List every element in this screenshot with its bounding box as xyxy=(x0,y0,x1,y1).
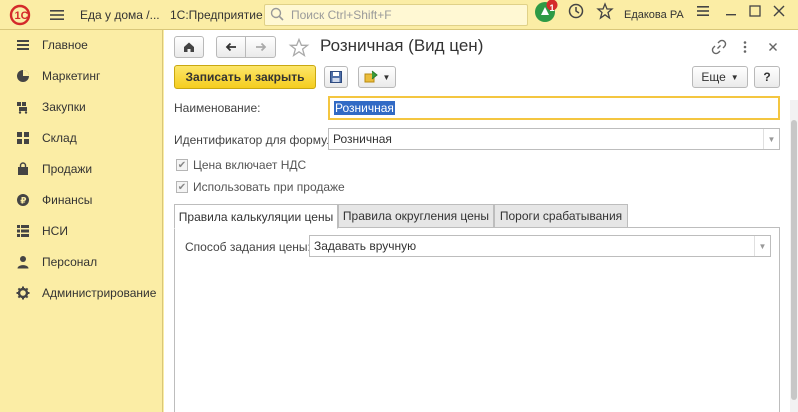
tab-panel: Способ задания цены: Задавать вручную ▼ xyxy=(174,227,780,412)
sidebar-item-label: Финансы xyxy=(42,193,93,207)
sidebar-item-label: Склад xyxy=(42,131,77,145)
app-title: Еда у дома /... xyxy=(80,8,160,22)
title-bar: 1С Еда у дома /... 1С:Предприятие Поиск … xyxy=(0,0,798,30)
gear-icon xyxy=(16,286,30,300)
sidebar-item-main[interactable]: Главное xyxy=(0,32,163,58)
user-name[interactable]: Едакова РА xyxy=(624,0,684,30)
sidebar-item-label: Закупки xyxy=(42,100,86,114)
svg-text:₽: ₽ xyxy=(20,197,26,207)
sidebar: Главное Маркетинг Закупки Склад Продажи … xyxy=(0,30,163,412)
sidebar-item-administration[interactable]: Администрирование xyxy=(0,280,163,306)
name-label: Наименование: xyxy=(174,101,261,115)
search-placeholder: Поиск Ctrl+Shift+F xyxy=(291,8,392,22)
search-icon xyxy=(269,6,287,24)
main-menu-icon[interactable] xyxy=(48,0,66,30)
more-actions-label: Еще xyxy=(701,70,726,84)
back-button[interactable] xyxy=(216,36,246,58)
checkmark-icon: ✔ xyxy=(176,181,188,193)
pie-chart-icon xyxy=(16,69,30,83)
form-panel: Розничная (Вид цен) Записать и закрыть ▼… xyxy=(164,30,798,412)
formula-id-field[interactable]: Розничная ▼ xyxy=(328,128,780,150)
forward-button[interactable] xyxy=(246,36,276,58)
arrow-right-icon xyxy=(255,42,266,52)
document-arrow-icon xyxy=(364,70,378,83)
more-vertical-icon[interactable] xyxy=(738,38,752,56)
name-field[interactable]: Розничная xyxy=(328,96,780,120)
favorites-star-icon[interactable] xyxy=(594,0,616,22)
save-button[interactable] xyxy=(324,66,348,88)
sidebar-item-label: Маркетинг xyxy=(42,69,101,83)
sidebar-item-label: Персонал xyxy=(42,255,98,269)
help-label: ? xyxy=(763,70,771,84)
sidebar-item-label: Главное xyxy=(42,38,88,52)
sidebar-item-purchases[interactable]: Закупки xyxy=(0,94,163,120)
person-icon xyxy=(16,255,30,269)
link-icon[interactable] xyxy=(710,38,728,56)
close-form-icon[interactable] xyxy=(764,38,782,56)
home-icon xyxy=(184,42,194,52)
vat-included-checkbox[interactable]: ✔ Цена включает НДС xyxy=(176,158,306,172)
warehouse-grid-icon xyxy=(16,131,30,145)
minimize-icon[interactable] xyxy=(720,0,742,22)
vat-included-label: Цена включает НДС xyxy=(193,158,307,172)
sidebar-item-label: Продажи xyxy=(42,162,93,176)
chevron-down-icon[interactable]: ▼ xyxy=(754,236,770,256)
sidebar-item-marketing[interactable]: Маркетинг xyxy=(0,63,163,89)
sidebar-item-finance[interactable]: ₽ Финансы xyxy=(0,187,163,213)
formula-id-value: Розничная xyxy=(333,132,392,146)
coin-icon: ₽ xyxy=(16,193,30,207)
save-and-close-button[interactable]: Записать и закрыть xyxy=(174,65,316,89)
use-for-sale-label: Использовать при продаже xyxy=(193,180,345,194)
formula-id-label: Идентификатор для формул: xyxy=(174,133,338,147)
checkmark-icon: ✔ xyxy=(176,159,188,171)
price-method-value: Задавать вручную xyxy=(314,239,417,253)
chevron-down-icon[interactable]: ▼ xyxy=(763,129,779,149)
form-title: Розничная (Вид цен) xyxy=(320,36,484,55)
catalog-icon xyxy=(16,224,30,238)
price-method-field[interactable]: Задавать вручную ▼ xyxy=(309,235,771,257)
app-subtitle: 1С:Предприятие xyxy=(170,8,263,22)
search-input[interactable]: Поиск Ctrl+Shift+F xyxy=(264,4,528,26)
save-disk-icon xyxy=(330,71,342,83)
scrollbar-thumb[interactable] xyxy=(791,120,797,400)
sidebar-item-nsi[interactable]: НСИ xyxy=(0,218,163,244)
sidebar-item-sales[interactable]: Продажи xyxy=(0,156,163,182)
menu-lines-icon xyxy=(16,38,30,52)
bag-icon xyxy=(16,162,30,176)
bell-icon xyxy=(535,0,558,22)
history-icon[interactable] xyxy=(565,0,587,22)
sidebar-item-label: Администрирование xyxy=(42,286,157,300)
use-for-sale-checkbox[interactable]: ✔ Использовать при продаже xyxy=(176,180,345,194)
tab-calculation-rules[interactable]: Правила калькуляции цены xyxy=(174,204,338,229)
close-window-icon[interactable] xyxy=(768,0,790,22)
svg-text:1С: 1С xyxy=(15,10,29,22)
notification-count: 1 xyxy=(549,3,555,13)
sidebar-item-personnel[interactable]: Персонал xyxy=(0,249,163,275)
1c-logo-icon: 1С xyxy=(8,4,32,26)
more-actions-button[interactable]: Еще ▼ xyxy=(692,66,748,88)
tab-rounding-rules[interactable]: Правила округления цены xyxy=(338,204,494,228)
cart-icon xyxy=(16,100,30,114)
tab-thresholds[interactable]: Пороги срабатывания xyxy=(494,204,628,228)
home-button[interactable] xyxy=(174,36,204,58)
sidebar-item-warehouse[interactable]: Склад xyxy=(0,125,163,151)
arrow-left-icon xyxy=(225,42,236,52)
notifications-button[interactable]: 1 xyxy=(534,0,560,22)
price-method-label: Способ задания цены: xyxy=(185,240,311,254)
favorite-star-icon[interactable] xyxy=(288,37,310,59)
chevron-down-icon: ▼ xyxy=(730,72,739,82)
help-button[interactable]: ? xyxy=(754,66,780,88)
maximize-icon[interactable] xyxy=(744,0,766,22)
create-based-on-button[interactable]: ▼ xyxy=(358,66,396,88)
name-value: Розничная xyxy=(334,101,395,115)
settings-menu-icon[interactable] xyxy=(692,0,714,22)
chevron-down-icon: ▼ xyxy=(382,72,391,82)
sidebar-item-label: НСИ xyxy=(42,224,68,238)
